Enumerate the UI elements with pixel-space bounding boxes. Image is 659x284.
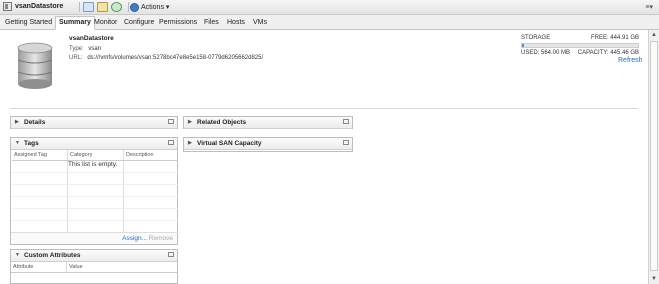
column-assigned-tag[interactable]: Assigned Tag (12, 150, 68, 160)
storage-free: FREE: 444.91 GB (590, 35, 639, 41)
browse-files-icon[interactable] (83, 2, 94, 12)
related-objects-header[interactable]: ▶ Related Objects (184, 117, 352, 129)
toolbar-separator (79, 2, 80, 12)
table-row (12, 185, 178, 197)
scroll-up-icon[interactable]: ▲ (650, 31, 658, 39)
tab-monitor[interactable]: Monitor (91, 17, 120, 28)
object-title: vsanDatastore (15, 3, 64, 10)
custom-attributes-panel: ▼ Custom Attributes Attribute Value (10, 249, 178, 284)
datastore-name: vsanDatastore (69, 35, 114, 42)
maximize-icon[interactable] (168, 140, 174, 145)
virtual-san-capacity-title: Virtual SAN Capacity (197, 140, 262, 147)
storage-capacity: CAPACITY: 445.46 GB (577, 50, 639, 56)
table-row (12, 173, 178, 185)
scroll-thumb[interactable] (650, 41, 658, 271)
type-row: Type: vsan (69, 46, 263, 52)
tags-footer: Assign... Remove (11, 232, 177, 244)
tab-summary[interactable]: Summary (55, 16, 95, 30)
tab-hosts[interactable]: Hosts (224, 17, 248, 28)
column-category[interactable]: Category (68, 150, 124, 160)
tab-files[interactable]: Files (201, 17, 222, 28)
tags-panel: ▼ Tags Assigned Tag Category Description… (10, 137, 178, 245)
maximize-icon[interactable] (168, 252, 174, 257)
toolbar-separator (128, 2, 129, 12)
summary-content: vsanDatastore Type: vsan URL: ds:///vmfs… (0, 30, 648, 284)
custom-attributes-title: Custom Attributes (24, 252, 81, 259)
top-toolbar: vsanDatastore Actions ▾ ≡▾ (0, 0, 659, 15)
expand-arrow-icon[interactable]: ▶ (15, 117, 19, 128)
expand-arrow-icon[interactable]: ▶ (188, 138, 192, 149)
table-row (12, 197, 178, 209)
column-description[interactable]: Description (124, 150, 178, 160)
storage-bar-fill (522, 44, 525, 47)
virtual-san-capacity-header[interactable]: ▶ Virtual SAN Capacity (184, 138, 352, 150)
tab-bar: Getting Started Summary Monitor Configur… (0, 15, 659, 30)
divider (10, 108, 638, 109)
storage-used: USED: 564.00 MB (521, 50, 571, 56)
vertical-scrollbar[interactable]: ▲ ▼ (648, 30, 659, 284)
portlet-menu-icon[interactable]: ≡▾ (645, 3, 653, 11)
assign-tag-link[interactable]: Assign... (122, 235, 147, 242)
type-value: vsan (88, 46, 102, 52)
collapse-arrow-icon[interactable]: ▼ (15, 250, 20, 261)
details-title: Details (24, 119, 46, 126)
maximize-icon[interactable] (168, 119, 174, 124)
datastore-icon (3, 2, 12, 11)
details-header[interactable]: ▶ Details (11, 117, 177, 129)
maximize-icon[interactable] (343, 119, 349, 124)
tab-vms[interactable]: VMs (250, 17, 270, 28)
collapse-arrow-icon[interactable]: ▼ (15, 138, 20, 149)
actions-label: Actions ▾ (141, 4, 170, 11)
tab-permissions[interactable]: Permissions (156, 17, 200, 28)
refresh-link[interactable]: Refresh (618, 57, 643, 64)
url-row: URL: ds:///vmfs/volumes/vsan:5278bc47e8e… (69, 55, 263, 61)
maximize-icon[interactable] (343, 140, 349, 145)
storage-bar (521, 43, 639, 48)
datastore-large-icon (17, 42, 53, 89)
tab-getting-started[interactable]: Getting Started (2, 17, 55, 28)
refresh-capacity-icon[interactable] (111, 2, 122, 12)
custom-attributes-grid-header: Attribute Value (11, 262, 177, 273)
virtual-san-capacity-panel: ▶ Virtual SAN Capacity (183, 137, 353, 152)
url-label: URL: (69, 55, 83, 61)
remove-tag-link[interactable]: Remove (149, 235, 173, 242)
scroll-down-icon[interactable]: ▼ (650, 275, 658, 283)
type-label: Type: (69, 46, 84, 52)
register-vm-icon[interactable] (97, 2, 108, 12)
tags-grid-header: Assigned Tag Category Description (12, 150, 178, 161)
related-objects-panel: ▶ Related Objects (183, 116, 353, 129)
storage-meter: STORAGE FREE: 444.91 GB USED: 564.00 MB … (521, 35, 639, 56)
column-attribute[interactable]: Attribute (11, 262, 67, 272)
column-value[interactable]: Value (67, 262, 177, 272)
empty-list-message: This list is empty. (68, 161, 118, 168)
table-row (12, 209, 178, 221)
related-objects-title: Related Objects (197, 119, 247, 126)
expand-arrow-icon[interactable]: ▶ (188, 117, 192, 128)
storage-label: STORAGE (521, 35, 551, 41)
actions-menu-button[interactable]: Actions ▾ (130, 2, 169, 12)
actions-icon (130, 2, 139, 12)
tags-title: Tags (24, 140, 39, 147)
url-value: ds:///vmfs/volumes/vsan:5278bc47e8e5e158… (87, 55, 264, 61)
tab-configure[interactable]: Configure (121, 17, 157, 28)
datastore-info: vsanDatastore Type: vsan URL: ds:///vmfs… (69, 35, 263, 64)
tags-header[interactable]: ▼ Tags (11, 138, 177, 150)
custom-attributes-header[interactable]: ▼ Custom Attributes (11, 250, 177, 262)
details-panel: ▶ Details (10, 116, 178, 129)
